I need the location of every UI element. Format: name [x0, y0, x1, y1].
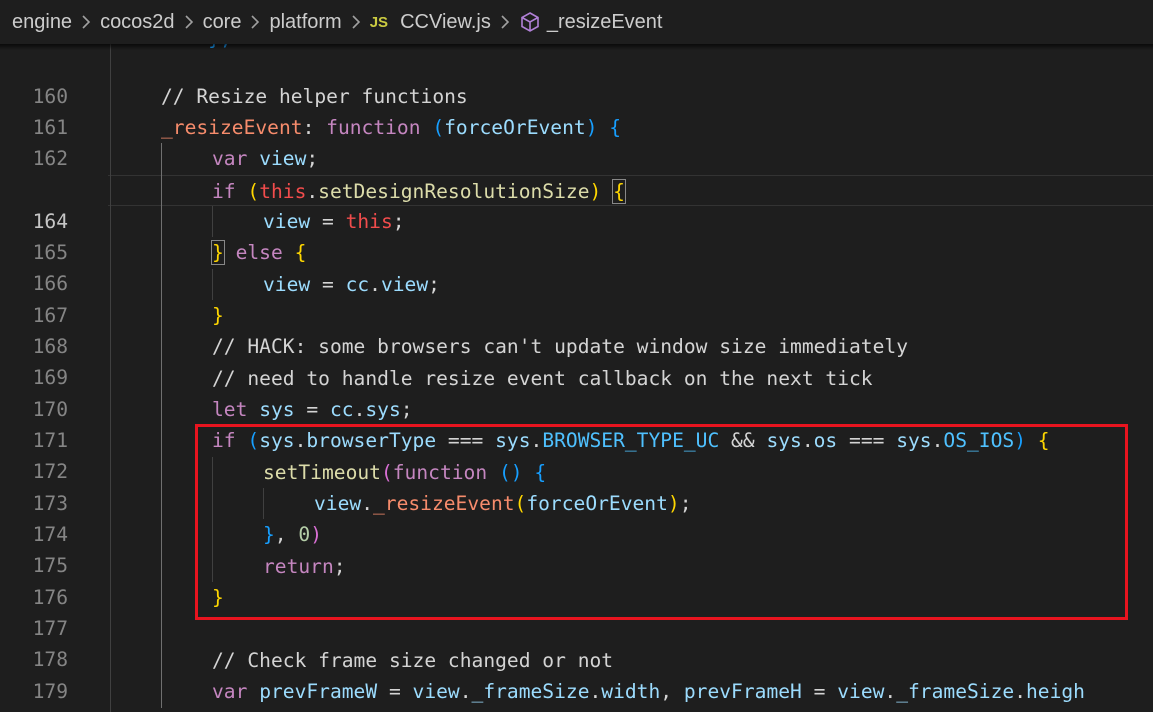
code-text: setTimeout(function () { [263, 461, 547, 484]
code-text: _resizeEvent: function (forceOrEvent) { [161, 116, 622, 139]
breadcrumb-item-cocos2d[interactable]: cocos2d [100, 11, 175, 34]
code-line-current[interactable]: 164 if (this.setDesignResolutionSize) { [0, 175, 1153, 233]
code-text: // HACK: some browsers can't update wind… [212, 335, 908, 358]
code-line[interactable]: 169 // HACK: some browsers can't update … [0, 331, 1153, 389]
breadcrumb-item-core[interactable]: core [203, 11, 242, 34]
code-text: view._resizeEvent(forceOrEvent); [314, 492, 692, 515]
chevron-right-icon [81, 14, 91, 30]
code-text: let sys = cc.sys; [212, 398, 413, 421]
code-text: // Resize helper functions [161, 85, 468, 108]
chevron-right-icon [351, 14, 361, 30]
code-line[interactable]: 168 } [0, 300, 1153, 358]
code-text: if (sys.browserType === sys.BROWSER_TYPE… [212, 429, 1050, 452]
indent-guide [212, 206, 213, 237]
breadcrumb-item-symbol[interactable]: _resizeEvent [547, 11, 663, 34]
code-line[interactable]: 179 // Check frame size changed or not [0, 645, 1153, 703]
breadcrumb-item-engine[interactable]: engine [12, 11, 72, 34]
code-text: var view; [212, 147, 319, 170]
code-line[interactable]: 161 // Resize helper functions [0, 81, 1153, 139]
indent-guide [263, 488, 264, 519]
code-line[interactable]: 177 } [0, 582, 1153, 640]
code-text: view = this; [263, 210, 405, 233]
code-text: }, 0) [263, 523, 322, 546]
code-line[interactable]: 176 return; [0, 551, 1153, 609]
code-line[interactable]: 166 } else { [0, 237, 1153, 295]
code-line[interactable]: 174 view._resizeEvent(forceOrEvent); [0, 488, 1153, 546]
code-line[interactable]: 171 let sys = cc.sys; [0, 394, 1153, 452]
code-line[interactable]: 167 view = cc.view; [0, 269, 1153, 327]
code-line[interactable]: 163 var view; [0, 143, 1153, 201]
chevron-right-icon [250, 14, 260, 30]
code-text: // need to handle resize event callback … [212, 367, 873, 390]
code-text: view = cc.view; [263, 273, 440, 296]
code-line[interactable]: 173 setTimeout(function () { [0, 457, 1153, 515]
breadcrumb-item-file[interactable]: CCView.js [400, 11, 491, 34]
indent-guide [110, 44, 111, 712]
chevron-right-icon [184, 14, 194, 30]
code-line[interactable]: 180 var prevFrameW = view._frameSize.wid… [0, 676, 1153, 712]
indent-guide-active [161, 143, 162, 708]
code-editor[interactable]: }, 160 161 // Resize helper functions 16… [0, 44, 1153, 712]
chevron-right-icon [500, 14, 510, 30]
code-line[interactable]: 165 view = this; [0, 206, 1153, 264]
breadcrumb-item-platform[interactable]: platform [269, 11, 341, 34]
code-line[interactable]: 162 _resizeEvent: function (forceOrEvent… [0, 112, 1153, 170]
code-line[interactable]: 160 [0, 50, 1153, 108]
indent-guide [212, 457, 213, 582]
indent-guide [212, 269, 213, 300]
line-number: 180 [0, 707, 68, 712]
code-text: } [212, 304, 224, 327]
code-text: // Check frame size changed or not [212, 649, 614, 672]
code-text: var prevFrameW = view._frameSize.width, … [212, 680, 1085, 703]
code-text: return; [263, 555, 346, 578]
breadcrumb: engine cocos2d core platform JS CCView.j… [0, 0, 1153, 44]
breadcrumb-shadow [0, 44, 1153, 50]
code-line[interactable]: 170 // need to handle resize event callb… [0, 363, 1153, 421]
method-cube-icon [519, 11, 541, 33]
code-line[interactable]: 172 if (sys.browserType === sys.BROWSER_… [0, 425, 1153, 483]
code-line[interactable]: 178 [0, 613, 1153, 671]
code-line[interactable]: 175 }, 0) [0, 519, 1153, 577]
javascript-file-icon: JS [369, 13, 389, 31]
code-text: } [212, 586, 224, 609]
code-text: if (this.setDesignResolutionSize) { [212, 179, 626, 204]
code-text: } else { [211, 240, 307, 265]
